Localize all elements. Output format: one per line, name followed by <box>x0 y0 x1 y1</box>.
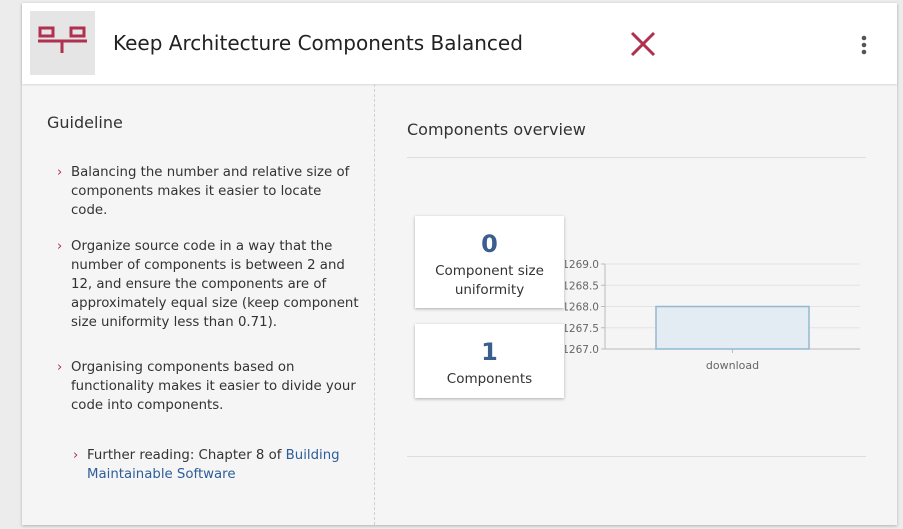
kebab-menu-icon[interactable] <box>855 34 873 58</box>
metric-label: Components <box>446 371 533 387</box>
metric-value: 1 <box>481 338 498 366</box>
chevron-right-icon: › <box>57 239 63 254</box>
further-reading-text: Further reading: Chapter 8 of <box>87 448 286 463</box>
metric-tile-components: 1 Components <box>415 324 564 398</box>
guideline-item: › Organising components based on functio… <box>57 358 361 415</box>
guideline-card: Keep Architecture Components Balanced Gu… <box>22 3 897 525</box>
y-tick-label: 1269.0 <box>565 259 599 271</box>
metric-label: Component size uniformity <box>435 263 544 298</box>
page-title: Keep Architecture Components Balanced <box>113 31 523 55</box>
guideline-panel: Guideline › Balancing the number and rel… <box>22 84 375 525</box>
guideline-item: › Organize source code in a way that the… <box>57 237 361 332</box>
further-reading: › Further reading: Chapter 8 of Building… <box>73 446 357 484</box>
divider <box>407 456 866 457</box>
card-header: Keep Architecture Components Balanced <box>22 3 897 84</box>
x-tick-label: download <box>706 359 759 372</box>
guideline-item-text: Balancing the number and relative size o… <box>71 165 350 218</box>
chart-bar <box>655 305 810 350</box>
overview-panel: Components overview 0 Component size uni… <box>375 84 897 525</box>
guideline-heading: Guideline <box>47 113 123 132</box>
divider <box>407 157 866 158</box>
close-icon[interactable] <box>628 29 658 59</box>
y-tick-label: 1268.0 <box>565 302 599 314</box>
y-tick-label: 1267.5 <box>565 323 599 335</box>
guideline-item-text: Organize source code in a way that the n… <box>71 239 359 330</box>
y-tick-label: 1268.5 <box>565 280 599 292</box>
guideline-item: › Balancing the number and relative size… <box>57 163 361 220</box>
architecture-components-icon <box>30 11 95 75</box>
y-tick-label: 1267.0 <box>565 344 599 356</box>
overview-heading: Components overview <box>407 120 586 139</box>
chevron-right-icon: › <box>57 360 63 375</box>
chevron-right-icon: › <box>73 448 79 463</box>
component-size-chart: 1269.0 1268.5 1268.0 1267.5 1267.0 download <box>565 259 860 372</box>
guideline-item-text: Organising components based on functiona… <box>71 360 356 413</box>
metric-tile-uniformity: 0 Component size uniformity <box>415 216 564 308</box>
metric-value: 0 <box>481 230 498 258</box>
chevron-right-icon: › <box>57 165 63 180</box>
